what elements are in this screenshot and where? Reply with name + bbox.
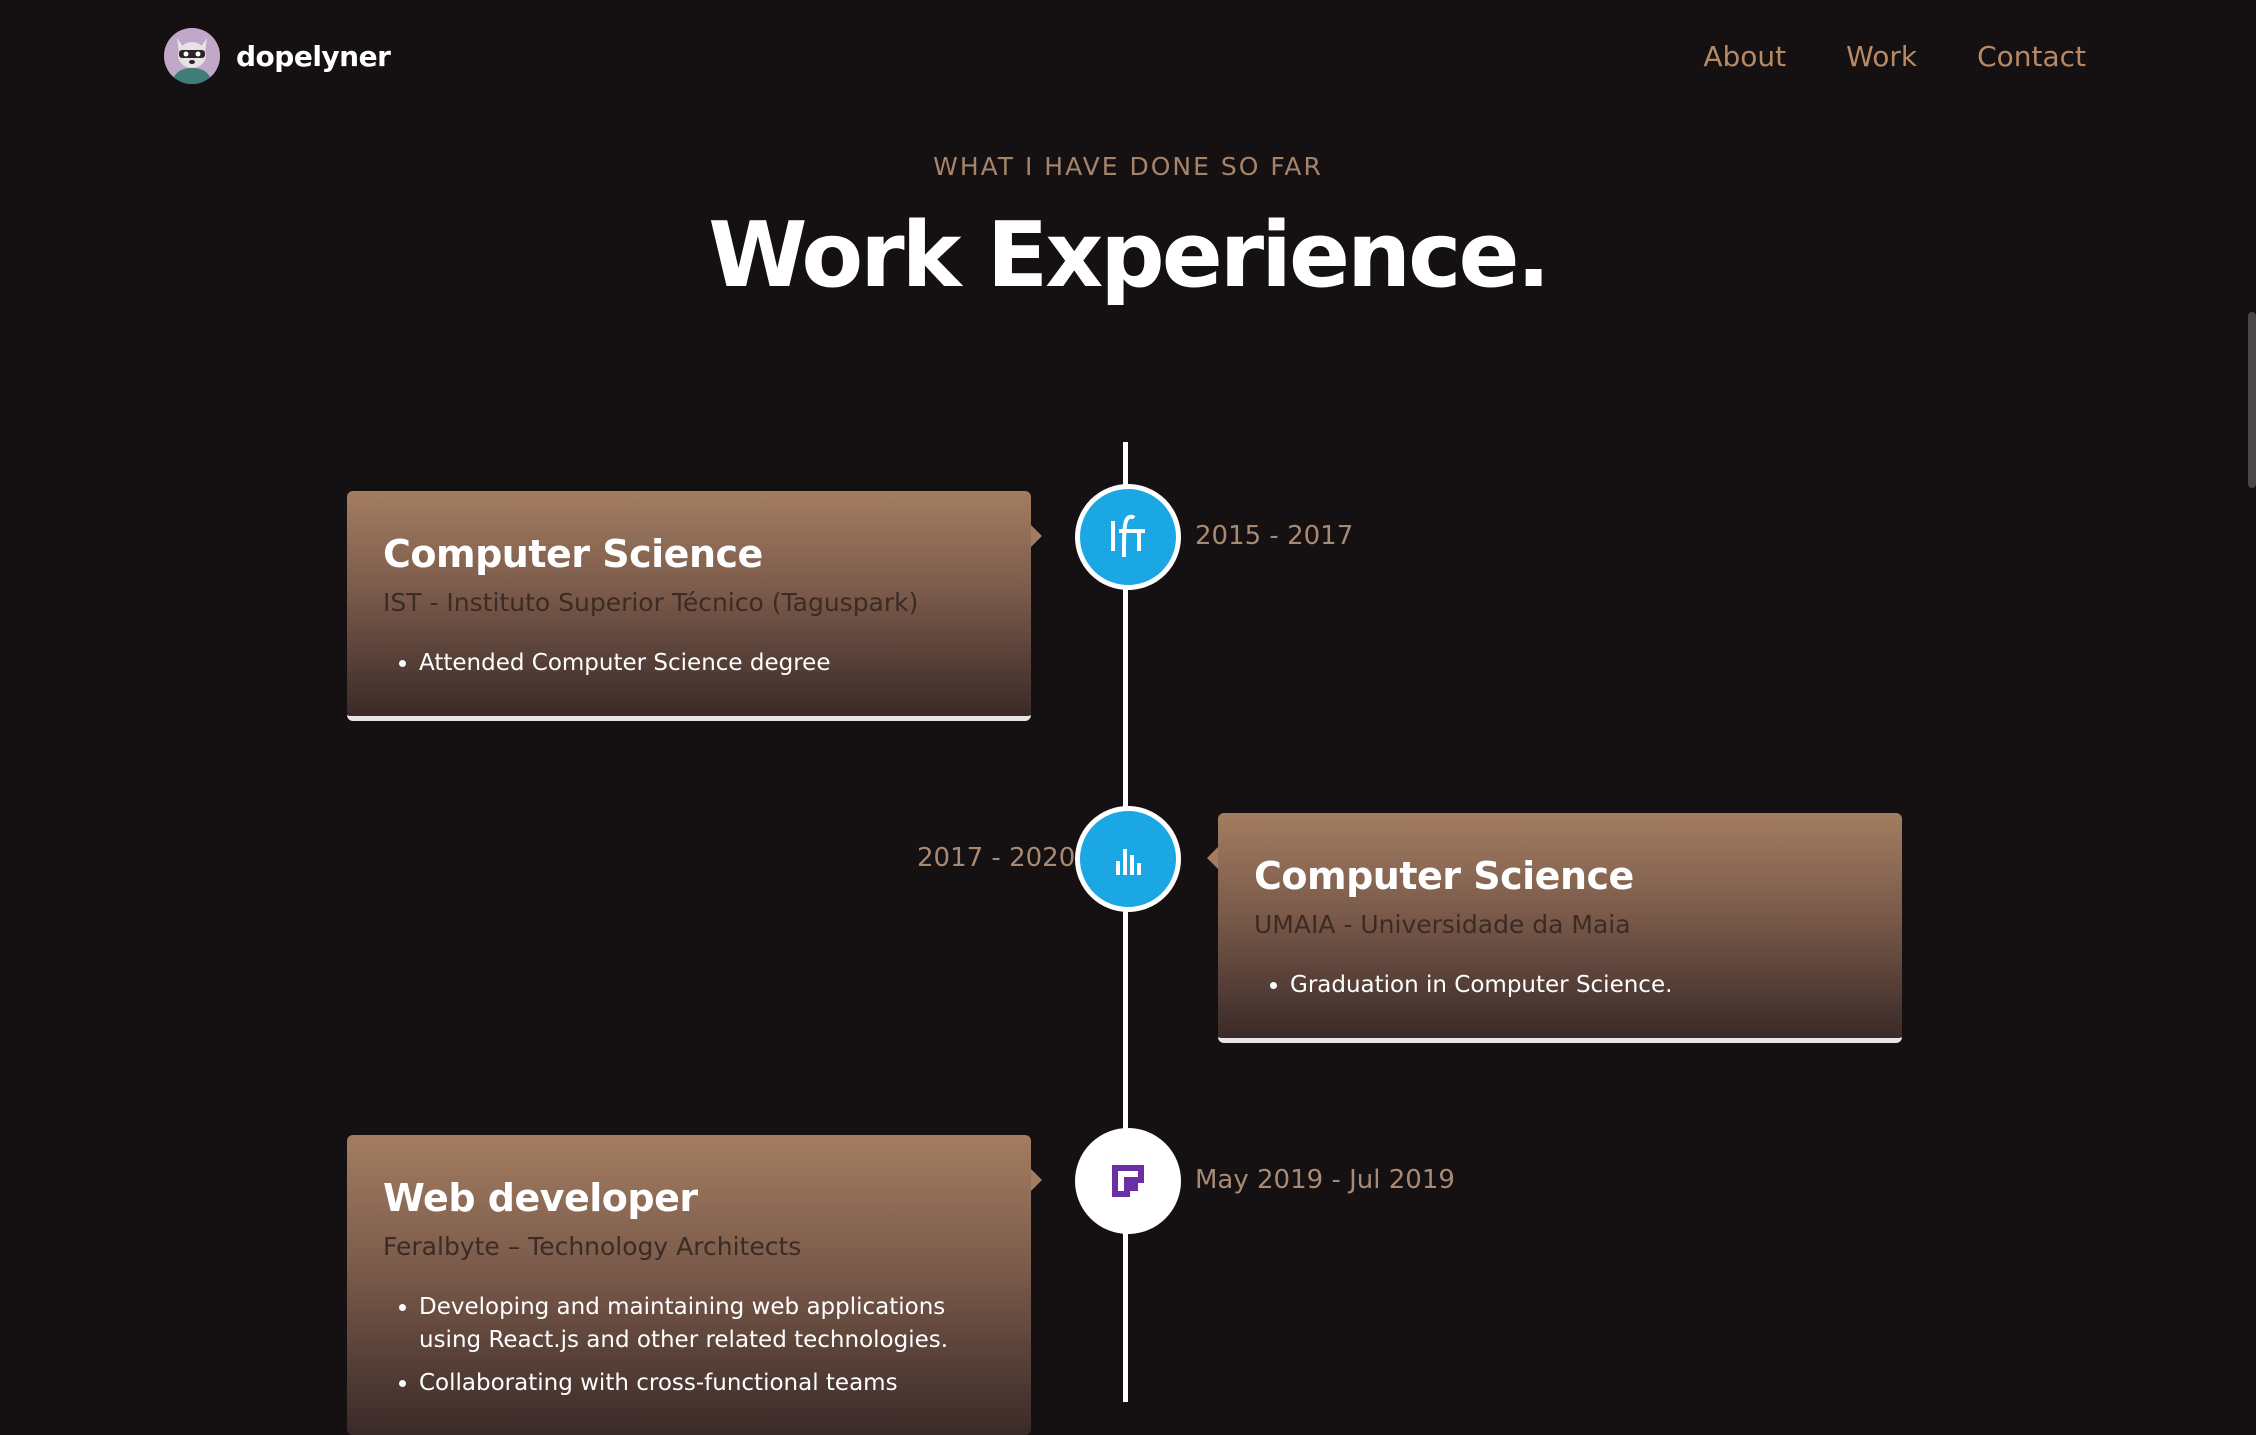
- navbar: dopelyner About Work Contact: [0, 0, 2256, 112]
- timeline-node-umaia: [1075, 806, 1181, 912]
- card-organization: Feralbyte – Technology Architects: [383, 1232, 802, 1261]
- card-point: Collaborating with cross-functional team…: [419, 1367, 995, 1400]
- timeline-date: May 2019 - Jul 2019: [1195, 1165, 1455, 1195]
- nav-link-work[interactable]: Work: [1846, 40, 1917, 73]
- nav-link-contact[interactable]: Contact: [1977, 40, 2086, 73]
- section-title: Work Experience.: [708, 203, 1550, 308]
- feralbyte-logo-icon: [1112, 1165, 1144, 1197]
- card-title: Computer Science: [383, 532, 763, 576]
- card-points: Graduation in Computer Science.: [1254, 969, 1866, 1002]
- card-point: Attended Computer Science degree: [419, 647, 995, 680]
- card-organization: IST - Instituto Superior Técnico (Tagusp…: [383, 588, 919, 617]
- timeline-date: 2015 - 2017: [1195, 521, 1354, 551]
- timeline-node-feralbyte: [1075, 1128, 1181, 1234]
- card-point: Graduation in Computer Science.: [1290, 969, 1866, 1002]
- card-organization: UMAIA - Universidade da Maia: [1254, 910, 1631, 939]
- nav-links: About Work Contact: [1703, 0, 2086, 112]
- timeline-node-ist: [1075, 484, 1181, 590]
- experience-card-umaia: Computer Science UMAIA - Universidade da…: [1207, 813, 1902, 1043]
- card-points: Developing and maintaining web applicati…: [383, 1291, 995, 1400]
- nav-link-about[interactable]: About: [1703, 40, 1786, 73]
- card-title: Computer Science: [1254, 854, 1634, 898]
- experience-card-feralbyte: Web developer Feralbyte – Technology Arc…: [347, 1135, 1042, 1435]
- umaia-logo-icon: [1116, 849, 1141, 875]
- card-title: Web developer: [383, 1176, 698, 1220]
- card-point: Developing and maintaining web applicati…: [419, 1291, 995, 1357]
- section-subtitle: WHAT I HAVE DONE SO FAR: [933, 152, 1323, 181]
- ist-logo-icon: [1111, 514, 1145, 558]
- brand-name: dopelyner: [236, 39, 391, 73]
- brand-logo-link[interactable]: dopelyner: [164, 28, 391, 84]
- raccoon-avatar-icon: [164, 28, 220, 84]
- scrollbar-thumb[interactable]: [2248, 312, 2256, 488]
- experience-card-ist: Computer Science IST - Instituto Superio…: [347, 491, 1042, 721]
- timeline-date: 2017 - 2020: [917, 843, 1076, 873]
- card-points: Attended Computer Science degree: [383, 647, 995, 680]
